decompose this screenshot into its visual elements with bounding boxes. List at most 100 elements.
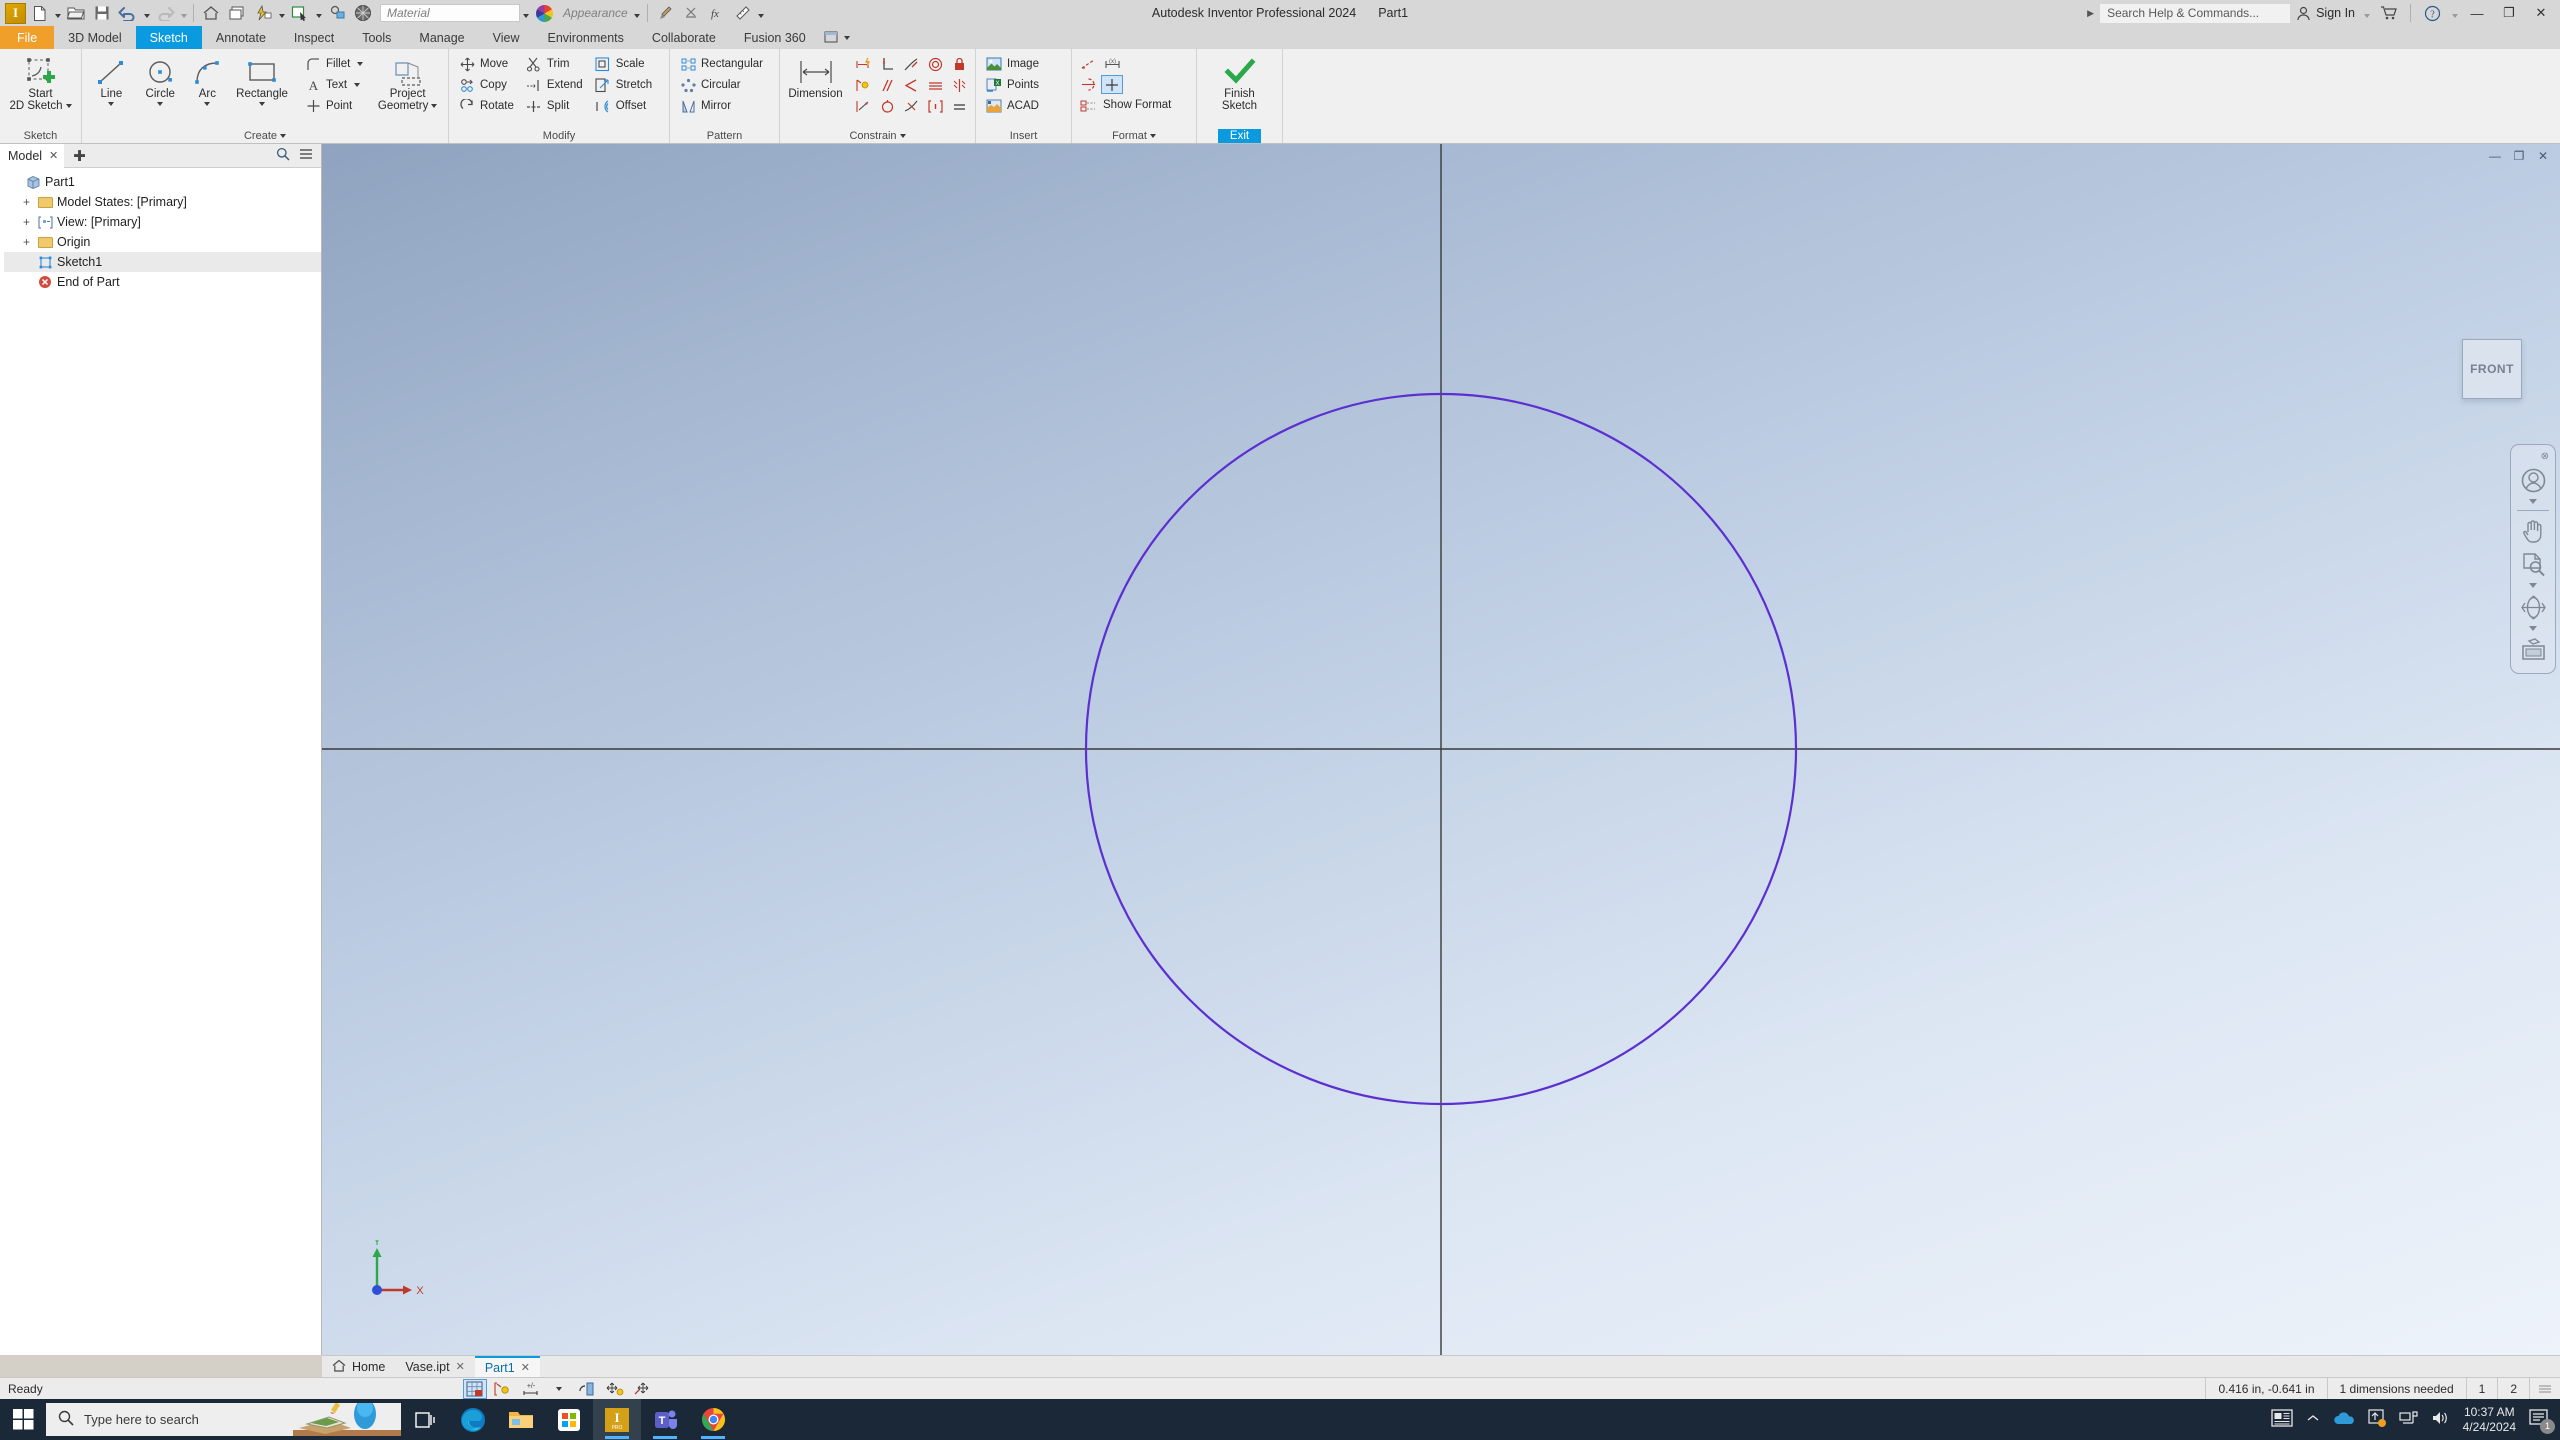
new-file-dropdown-icon[interactable] — [52, 1, 63, 25]
vertical-icon[interactable] — [876, 97, 898, 116]
shopping-cart-icon[interactable] — [2374, 0, 2404, 26]
navbar-close-icon[interactable]: ⊗ — [2541, 451, 2549, 462]
notification-center-icon[interactable]: 1 — [2529, 1408, 2555, 1434]
smooth-icon[interactable] — [924, 76, 946, 95]
view-cube[interactable]: FRONT — [2462, 339, 2522, 399]
ribbon-tab-3d-model[interactable]: 3D Model — [54, 26, 136, 49]
update-dropdown-icon[interactable] — [276, 1, 287, 25]
update-icon[interactable] — [250, 1, 276, 25]
taskbar-search-input[interactable]: Type here to search — [46, 1403, 401, 1436]
minimize-window-button[interactable]: — — [2462, 0, 2492, 26]
text-tool-button[interactable]: A Text — [300, 75, 368, 95]
tree-expander-view[interactable]: + — [20, 215, 33, 229]
onedrive-icon[interactable] — [2333, 1411, 2355, 1429]
network-icon[interactable] — [2399, 1410, 2418, 1429]
ribbon-tab-tools[interactable]: Tools — [348, 26, 405, 49]
material-selector[interactable]: Material — [380, 4, 520, 22]
project-geometry-button[interactable]: Project Geometry — [372, 52, 443, 112]
orbit-wheel-dropdown-icon[interactable] — [2529, 499, 2537, 504]
split-tool-button[interactable]: Split — [521, 96, 588, 116]
close-window-button[interactable]: ✕ — [2526, 0, 2556, 26]
start-2d-sketch-button[interactable]: Start 2D Sketch — [5, 52, 76, 112]
home-icon[interactable] — [198, 1, 224, 25]
colinear-icon[interactable] — [900, 76, 922, 95]
centerline-icon[interactable] — [1077, 75, 1099, 94]
viewport-close-button[interactable]: ✕ — [2532, 147, 2554, 164]
symmetric-icon[interactable] — [948, 76, 970, 95]
sign-in-dropdown-icon[interactable] — [2361, 1, 2372, 25]
show-format-icon[interactable] — [1077, 96, 1099, 115]
zoom-dropdown-icon[interactable] — [2529, 583, 2537, 588]
restore-window-button[interactable]: ❐ — [2494, 0, 2524, 26]
fx-parameters-icon[interactable]: fx — [704, 1, 730, 25]
insert-image-button[interactable]: Image — [981, 54, 1044, 74]
point-tool-button[interactable]: Point — [300, 96, 368, 116]
select-dropdown-icon[interactable] — [313, 1, 324, 25]
finish-sketch-button[interactable]: Finish Sketch — [1202, 52, 1277, 112]
file-explorer-icon[interactable] — [497, 1399, 545, 1440]
exit-label[interactable]: Exit — [1217, 128, 1262, 143]
hamburger-menu-icon[interactable] — [299, 148, 313, 163]
volume-icon[interactable] — [2431, 1410, 2450, 1429]
search-input[interactable]: Search Help & Commands... — [2100, 3, 2291, 23]
move-tool-button[interactable]: Move — [454, 54, 519, 74]
dimension-dropdown-icon[interactable] — [547, 1379, 571, 1399]
tree-node-view[interactable]: + View: [Primary] — [4, 212, 321, 232]
ribbon-tab-manage[interactable]: Manage — [405, 26, 478, 49]
rotate-tool-button[interactable]: Rotate — [454, 96, 519, 116]
concentric-icon[interactable] — [924, 55, 946, 74]
chrome-icon[interactable] — [689, 1399, 737, 1440]
constraint-persistence-icon[interactable] — [631, 1379, 655, 1399]
tree-node-origin[interactable]: + Origin — [4, 232, 321, 252]
home-tab[interactable]: Home — [322, 1356, 395, 1377]
redo-icon[interactable] — [152, 1, 178, 25]
rectangular-pattern-button[interactable]: Rectangular — [675, 54, 768, 74]
ribbon-tab-view[interactable]: View — [479, 26, 534, 49]
ribbon-tab-sketch[interactable]: Sketch — [135, 26, 202, 49]
trim-tool-button[interactable]: Trim — [521, 54, 588, 74]
constraint-visibility-icon[interactable] — [491, 1379, 515, 1399]
select-icon[interactable] — [287, 1, 313, 25]
inventor-logo-icon[interactable]: I — [5, 2, 26, 24]
extend-tool-button[interactable]: Extend — [521, 75, 588, 95]
close-icon[interactable]: ✕ — [49, 149, 58, 162]
orbit-wheel-icon[interactable] — [2516, 465, 2550, 495]
browser-tab-model[interactable]: Model ✕ — [0, 143, 65, 168]
clear-appearance-icon[interactable] — [678, 1, 704, 25]
copy-tool-button[interactable]: Copy — [454, 75, 519, 95]
offset-tool-button[interactable]: Offset — [590, 96, 657, 116]
tree-expander-origin[interactable]: + — [20, 235, 33, 249]
show-format-label[interactable]: Show Format — [1101, 95, 1176, 115]
news-icon[interactable] — [2270, 1409, 2293, 1430]
free-orbit-icon[interactable] — [2516, 592, 2550, 622]
center-point-icon[interactable] — [1101, 75, 1123, 94]
arc-tool-button[interactable]: Arc — [185, 52, 230, 106]
mirror-button[interactable]: Mirror — [675, 96, 768, 116]
inventor-icon[interactable]: I PRO — [593, 1399, 641, 1440]
insert-points-button[interactable]: X Points — [981, 75, 1044, 95]
start-button[interactable] — [0, 1409, 46, 1430]
show-constraints-icon[interactable] — [924, 97, 946, 116]
slice-graphics-icon[interactable] — [575, 1379, 599, 1399]
tangent-icon[interactable] — [900, 55, 922, 74]
tree-node-sketch1[interactable]: Sketch1 — [4, 252, 321, 272]
equal-icon[interactable] — [948, 97, 970, 116]
taskbar-clock[interactable]: 10:37 AM 4/24/2024 — [2463, 1405, 2516, 1435]
ribbon-display-options-icon[interactable] — [820, 26, 854, 49]
dimension-tool-button[interactable]: Dimension — [785, 52, 846, 100]
ribbon-tab-annotate[interactable]: Annotate — [202, 26, 280, 49]
ribbon-tab-fusion-360[interactable]: Fusion 360 — [730, 26, 820, 49]
parallel-icon[interactable] — [876, 76, 898, 95]
coincident-icon[interactable] — [852, 76, 874, 95]
sign-in-button[interactable]: Sign In — [2292, 6, 2359, 21]
ribbon-tab-environments[interactable]: Environments — [533, 26, 637, 49]
line-tool-button[interactable]: Line — [87, 52, 136, 106]
driven-dimension-icon[interactable]: (x) — [1101, 55, 1123, 74]
microsoft-store-icon[interactable] — [545, 1399, 593, 1440]
tree-node-model-states[interactable]: + Model States: [Primary] — [4, 192, 321, 212]
task-view-icon[interactable] — [401, 1399, 449, 1440]
document-tab-vase[interactable]: Vase.ipt ✕ — [395, 1356, 474, 1377]
save-icon[interactable] — [89, 1, 115, 25]
chevron-up-icon[interactable] — [2306, 1412, 2320, 1427]
add-browser-tab-button[interactable]: ✚ — [64, 147, 95, 165]
